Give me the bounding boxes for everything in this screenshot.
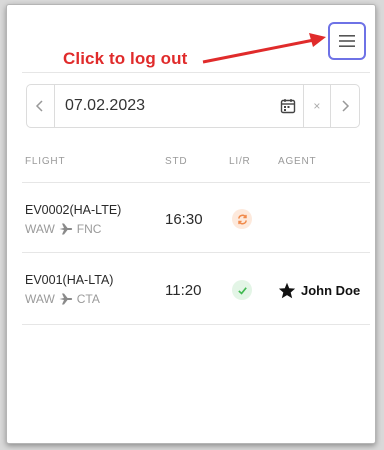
calendar-icon [280,99,295,114]
annotation-label: Click to log out [63,49,188,68]
clear-date-button[interactable]: × [304,85,331,127]
calendar-button[interactable] [272,85,305,127]
star-icon [278,282,296,299]
flight-route: WAW CTA [25,292,100,306]
check-icon [237,286,247,295]
agent-name: John Doe [301,283,361,298]
header-divider [22,72,370,73]
route-destination: CTA [76,292,100,306]
route-origin: WAW [25,292,55,306]
refresh-icon [237,214,247,224]
column-header-agent: AGENT [278,156,317,167]
airplane-icon [59,223,72,235]
agent-cell: John Doe [278,282,360,299]
flight-number: EV0002(HA-LTE) [25,203,122,217]
date-picker: × [26,84,360,128]
date-input[interactable] [54,85,272,127]
chevron-left-icon [36,100,43,112]
chevron-right-icon [342,100,349,112]
row-divider [22,324,370,325]
header-row-divider [22,182,370,183]
route-destination: FNC [76,222,102,236]
row-divider [22,252,370,253]
flight-route: WAW FNC [25,222,101,236]
std-time: 16:30 [165,211,203,228]
column-header-flight: FLIGHT [25,156,66,167]
std-time: 11:20 [165,282,202,299]
flight-number: EV001(HA-LTA) [25,273,114,287]
status-badge-pending [232,209,252,229]
hamburger-menu-icon [339,35,355,47]
column-header-lir: LI/R [229,156,251,167]
status-badge-done [232,280,252,300]
route-origin: WAW [25,222,55,236]
menu-button[interactable] [328,22,366,60]
prev-date-button[interactable] [27,85,55,127]
column-header-std: STD [165,156,188,167]
airplane-icon [59,293,72,305]
next-date-button[interactable] [331,85,359,127]
